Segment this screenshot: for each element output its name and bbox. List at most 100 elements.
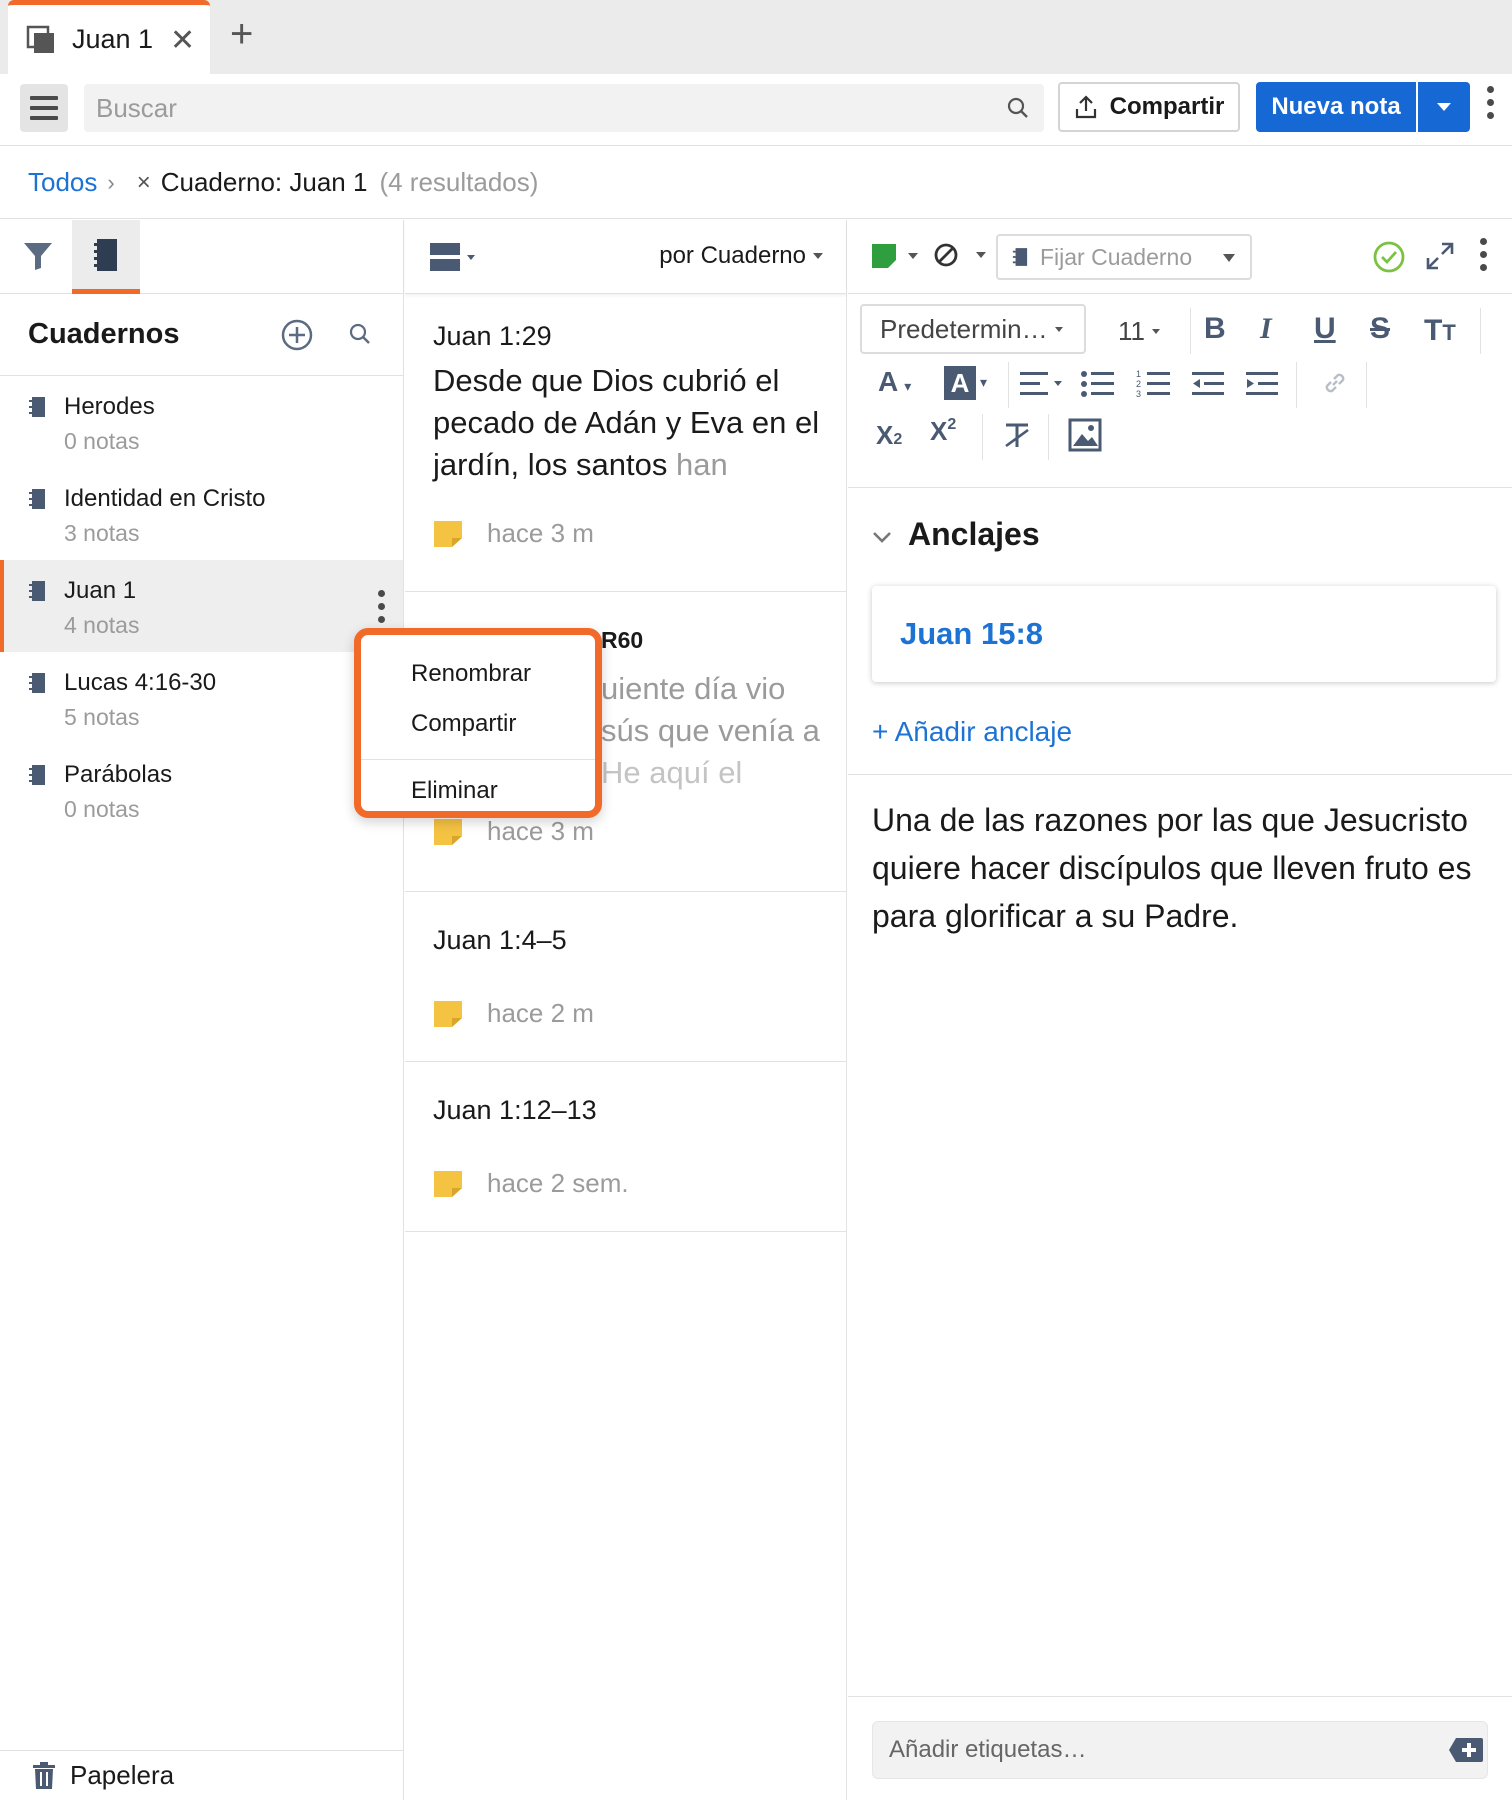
chevron-right-icon: › <box>107 169 115 195</box>
notebook-item-selected[interactable]: Juan 1 4 notas <box>0 560 403 652</box>
new-note-dropdown[interactable] <box>1418 82 1470 132</box>
close-tab-icon[interactable]: ✕ <box>170 23 195 58</box>
svg-text:3: 3 <box>1136 389 1141 399</box>
note-time: hace 3 m <box>487 518 594 548</box>
tab-notebooks[interactable] <box>72 220 140 294</box>
expand-icon[interactable] <box>1426 242 1454 270</box>
editor-header: Fijar Cuaderno <box>848 220 1512 294</box>
notebook-item[interactable]: Herodes 0 notas <box>0 376 403 468</box>
superscript-button[interactable]: X2 <box>930 416 956 447</box>
note-item[interactable]: Juan 1:12–13 hace 2 sem. <box>405 1062 846 1232</box>
notebook-context-menu: Renombrar Compartir Eliminar <box>354 628 602 818</box>
caret-down-icon <box>1437 103 1451 111</box>
bold-button[interactable]: B <box>1204 312 1226 346</box>
italic-button[interactable]: I <box>1260 312 1272 346</box>
trash-icon <box>33 1761 55 1789</box>
insert-image-icon[interactable] <box>1068 418 1102 452</box>
note-title: Juan 1:12–13 <box>433 1095 597 1125</box>
add-tag-icon[interactable] <box>1448 1737 1484 1763</box>
notebook-name: Parábolas <box>64 761 173 788</box>
caret-down-icon: ▾ <box>980 374 988 390</box>
notebook-icon <box>1012 248 1028 266</box>
highlight-color-button[interactable]: A <box>944 366 976 400</box>
notebook-count: 0 notas <box>64 796 140 822</box>
notebook-icon <box>29 673 45 693</box>
saved-check-icon <box>1373 241 1405 273</box>
clear-format-icon[interactable] <box>1002 422 1032 450</box>
subscript-button[interactable]: X2 <box>876 420 902 451</box>
caret-down-icon <box>1152 329 1160 334</box>
notebook-icon <box>29 765 45 785</box>
numbered-list-icon[interactable]: 1 2 3 <box>1136 368 1172 400</box>
outdent-icon[interactable] <box>1190 370 1226 398</box>
bullet-list-icon[interactable] <box>1080 370 1116 398</box>
notebooks-title: Cuadernos <box>28 318 180 350</box>
caret-down-icon <box>813 253 823 259</box>
sort-dropdown[interactable]: por Cuaderno <box>659 242 824 270</box>
more-options-icon[interactable] <box>1487 86 1494 119</box>
menu-item-delete[interactable]: Eliminar <box>361 766 595 816</box>
menu-item-rename[interactable]: Renombrar <box>361 649 595 699</box>
note-meta: hace 3 m <box>433 518 594 549</box>
notebook-more-icon[interactable] <box>378 590 385 623</box>
breadcrumb-root-link[interactable]: Todos <box>28 167 97 198</box>
toolbar: Compartir Nueva nota <box>0 74 1512 146</box>
share-button[interactable]: Compartir <box>1058 82 1240 132</box>
notebook-name: Lucas 4:16-30 <box>64 669 217 696</box>
search-icon[interactable] <box>348 322 372 346</box>
breadcrumb-filter: Cuaderno: Juan 1 <box>160 167 368 197</box>
sticky-note-icon <box>434 1170 462 1197</box>
notebook-item[interactable]: Parábolas 0 notas <box>0 744 403 836</box>
svg-text:2: 2 <box>1136 379 1141 389</box>
search-input[interactable] <box>84 84 1044 132</box>
pin-notebook-select[interactable]: Fijar Cuaderno <box>996 234 1252 280</box>
text-case-button[interactable]: TT <box>1424 314 1456 348</box>
sort-label: por Cuaderno <box>659 242 806 269</box>
editor-more-icon[interactable] <box>1480 238 1487 271</box>
sticky-note-icon <box>434 1000 462 1027</box>
menu-item-share[interactable]: Compartir <box>361 699 595 749</box>
note-meta: hace 2 m <box>433 998 594 1029</box>
add-anchor-link[interactable]: + Añadir anclaje <box>872 716 1072 748</box>
pin-label: Fijar Cuaderno <box>1040 243 1193 270</box>
new-note-button[interactable]: Nueva nota <box>1256 82 1416 132</box>
chevron-down-icon[interactable] <box>872 530 892 544</box>
notebook-item[interactable]: Identidad en Cristo 3 notas <box>0 468 403 560</box>
notebook-item[interactable]: Lucas 4:16-30 5 notas <box>0 652 403 744</box>
note-title: Juan 1:4–5 <box>433 925 567 955</box>
add-circle-icon[interactable] <box>280 318 314 352</box>
strikethrough-button[interactable]: S <box>1370 312 1390 346</box>
anchor-link[interactable]: Juan 15:8 <box>900 616 1043 652</box>
note-time: hace 2 m <box>487 998 594 1028</box>
note-color-picker[interactable] <box>870 242 930 270</box>
anchor-card[interactable]: Juan 15:8 <box>872 586 1496 682</box>
notes-list-pane: por Cuaderno Juan 1:29 Desde que Dios cu… <box>405 220 847 1800</box>
tags-input[interactable] <box>872 1721 1488 1779</box>
align-left-icon[interactable] <box>1018 370 1064 398</box>
tab-juan-1[interactable]: Juan 1 ✕ <box>8 0 210 74</box>
filter-icon[interactable] <box>22 240 54 272</box>
search-icon[interactable] <box>1006 96 1030 120</box>
add-tab-button[interactable]: + <box>230 14 253 54</box>
note-title: Juan 1:29 <box>433 321 552 351</box>
link-icon[interactable] <box>1322 370 1348 396</box>
menu-button[interactable] <box>20 84 68 132</box>
notebook-icon <box>29 581 45 601</box>
no-style-icon[interactable] <box>932 240 992 270</box>
note-preview: Desde que Dios cubrió el pecado de Adán … <box>433 363 820 482</box>
anchors-title: Anclajes <box>908 516 1040 552</box>
note-meta: hace 3 m <box>433 816 594 847</box>
font-color-button[interactable]: A ▾ <box>878 366 911 398</box>
underline-button[interactable]: U <box>1314 312 1336 346</box>
indent-icon[interactable] <box>1244 370 1280 398</box>
sticky-note-icon <box>434 520 462 547</box>
trash-button[interactable]: Papelera <box>0 1750 403 1800</box>
font-family-select[interactable]: Predetermin… <box>860 304 1086 354</box>
font-size-select[interactable]: 11 <box>1118 316 1161 347</box>
remove-filter-icon[interactable]: × <box>137 169 151 197</box>
note-item[interactable]: Juan 1:29 Desde que Dios cubrió el pecad… <box>405 294 846 592</box>
layout-toggle[interactable] <box>429 242 477 277</box>
note-item[interactable]: Juan 1:4–5 hace 2 m <box>405 892 846 1062</box>
note-content-editor[interactable]: Una de las razones por las que Jesucrist… <box>872 796 1496 940</box>
font-size-value: 11 <box>1118 316 1145 346</box>
